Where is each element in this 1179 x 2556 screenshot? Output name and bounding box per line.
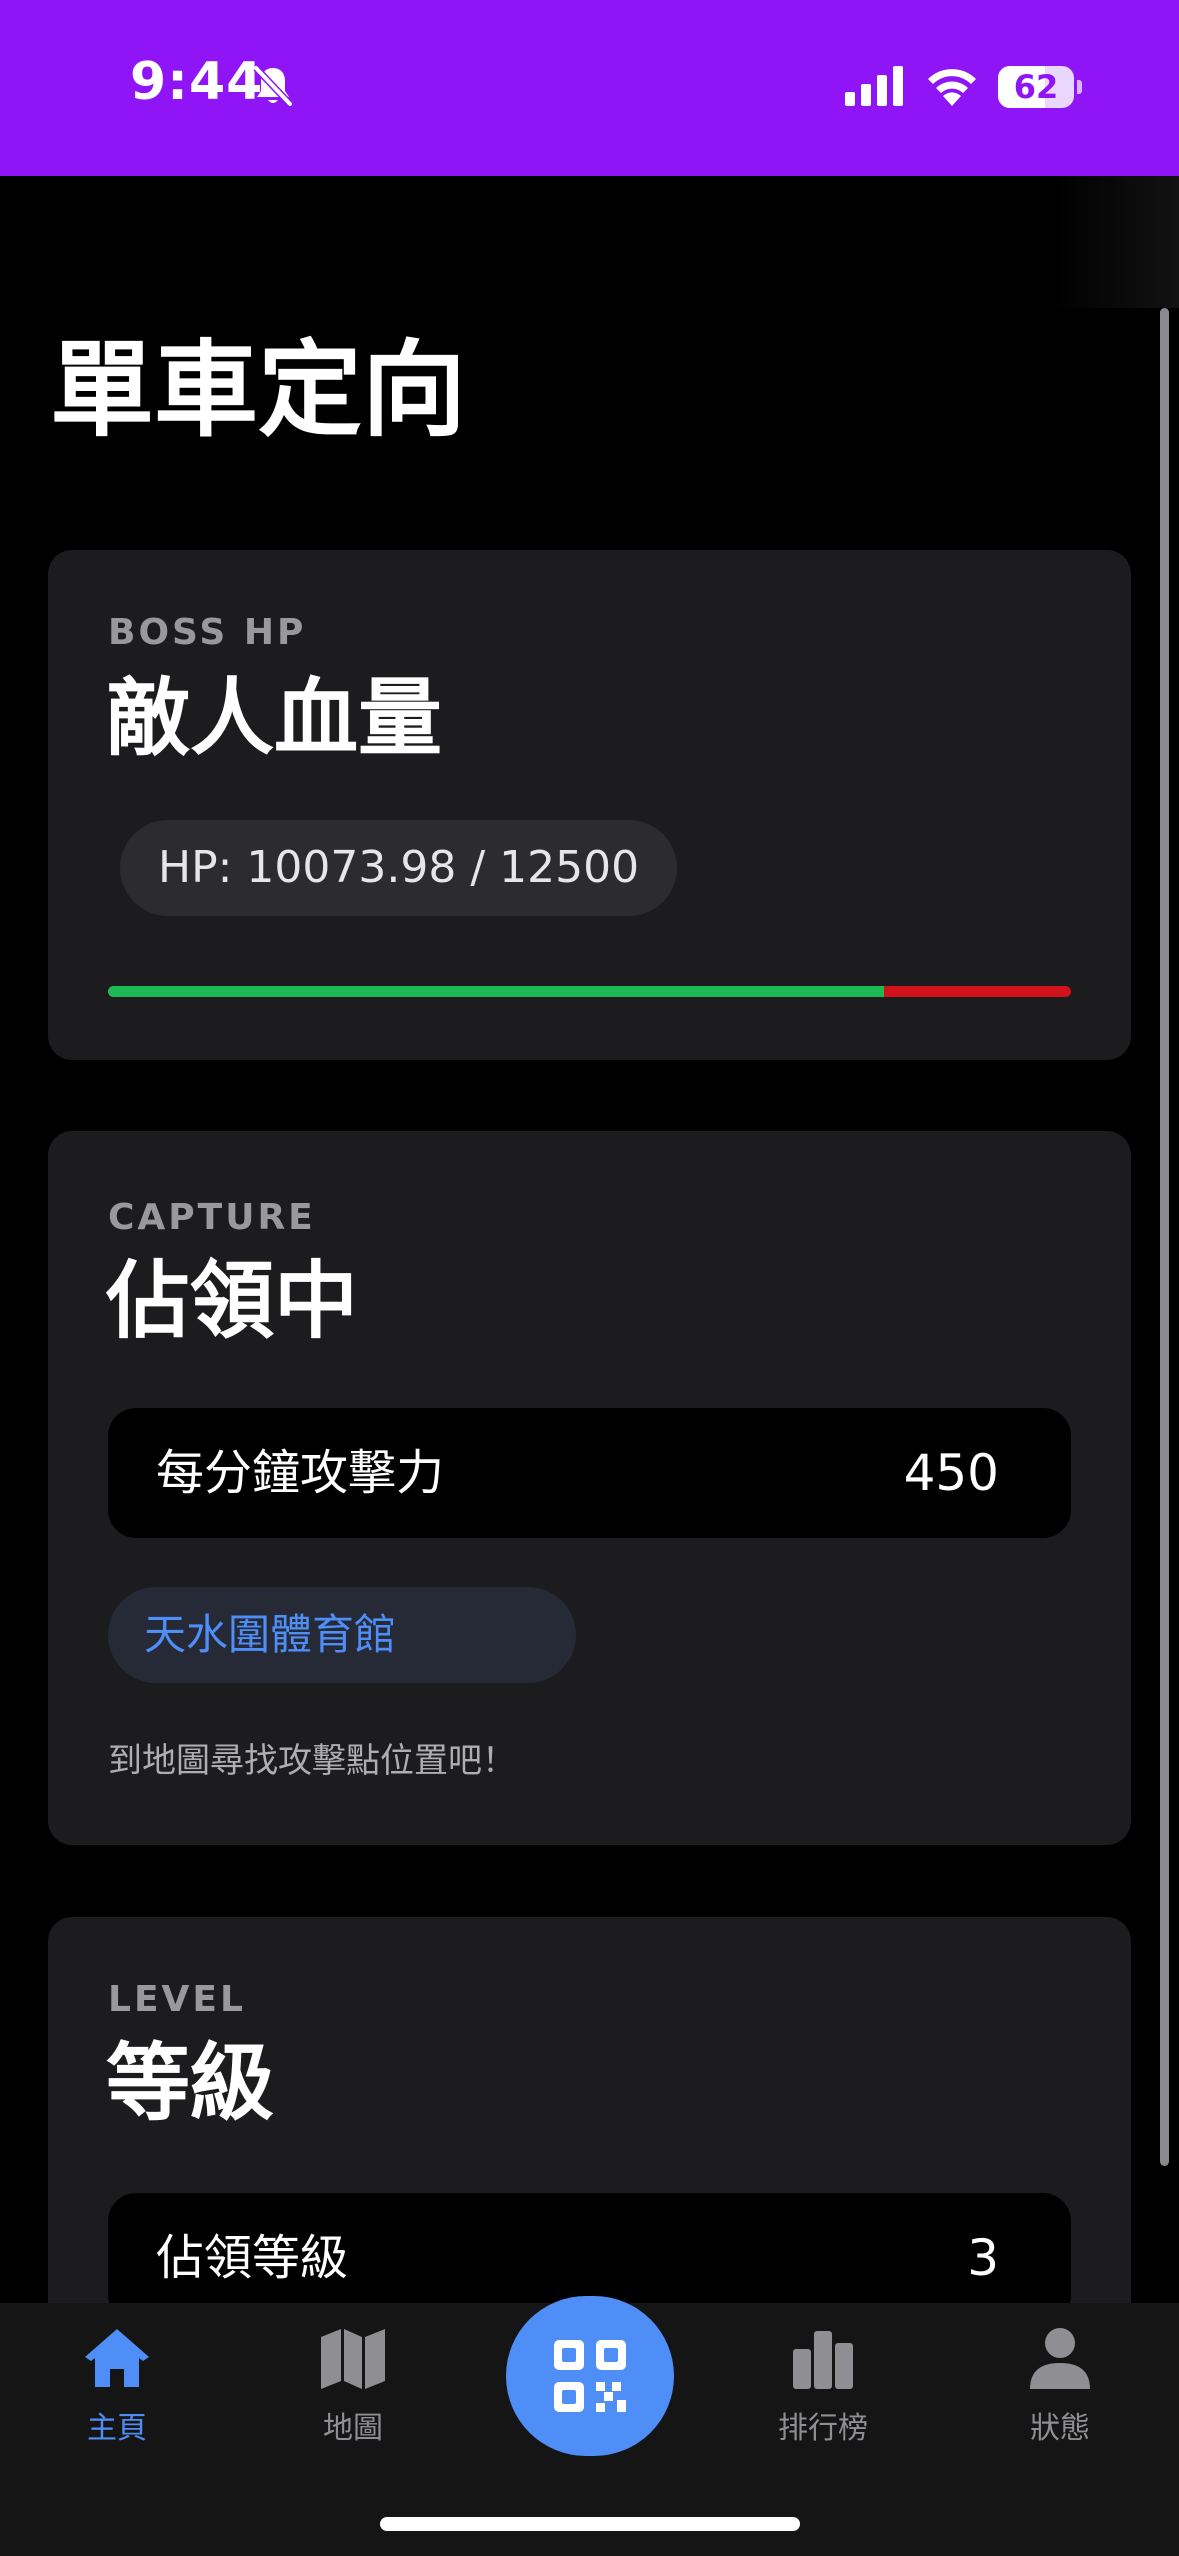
hint-text: 到地圖尋找攻擊點位置吧！ <box>108 1741 516 1781</box>
tab-label: 主頁 <box>87 2411 147 2446</box>
tab-status[interactable]: 狀態 <box>970 2303 1150 2463</box>
cellular-signal-icon <box>845 66 903 106</box>
hp-progress-bar <box>108 986 1071 997</box>
stat-label: 每分鐘攻擊力 <box>156 1445 445 1501</box>
page-title: 單車定向 <box>50 329 467 451</box>
hp-progress-fill <box>108 986 885 997</box>
wifi-icon <box>928 69 976 106</box>
status-bar: 9:44 62 <box>0 0 1179 176</box>
tab-label: 排行榜 <box>778 2411 868 2446</box>
scan-qr-button[interactable] <box>506 2296 674 2456</box>
bar-chart-icon <box>793 2331 853 2389</box>
stat-value: 450 <box>903 1444 999 1502</box>
house-icon <box>85 2329 149 2387</box>
tab-map[interactable]: 地圖 <box>263 2303 443 2463</box>
battery-level: 62 <box>1013 68 1059 106</box>
top-fade <box>1050 176 1179 308</box>
card-eyebrow: BOSS HP <box>108 612 307 653</box>
tab-leaderboard[interactable]: 排行榜 <box>733 2303 913 2463</box>
card-eyebrow: LEVEL <box>108 1979 246 2020</box>
battery-tip <box>1077 80 1082 94</box>
boss-hp-card: BOSS HP 敵人血量 HP: 10073.98 / 12500 <box>48 550 1131 1060</box>
bell-slash-icon <box>253 65 293 107</box>
home-indicator <box>380 2517 800 2531</box>
card-heading: 佔領中 <box>106 1252 359 1350</box>
tab-label: 狀態 <box>1030 2411 1090 2446</box>
battery-icon: 62 <box>998 66 1082 108</box>
map-icon <box>321 2329 385 2389</box>
card-heading: 敵人血量 <box>106 669 443 767</box>
capture-card: CAPTURE 佔領中 每分鐘攻擊力 450 天水圍體育館 到地圖尋找攻擊點位置… <box>48 1131 1131 1845</box>
battery-body: 62 <box>998 66 1074 108</box>
card-eyebrow: CAPTURE <box>108 1197 316 1238</box>
hp-pill: HP: 10073.98 / 12500 <box>120 820 678 916</box>
location-chip[interactable]: 天水圍體育館 <box>108 1587 576 1683</box>
person-icon <box>1030 2328 1090 2389</box>
status-time: 9:44 <box>130 52 264 112</box>
scrollbar[interactable] <box>1160 308 1169 2166</box>
tab-home[interactable]: 主頁 <box>27 2303 207 2463</box>
card-heading: 等級 <box>106 2034 275 2132</box>
qr-code-icon <box>554 2340 626 2412</box>
attack-power-row: 每分鐘攻擊力 450 <box>108 1408 1071 1538</box>
tab-label: 地圖 <box>323 2411 383 2446</box>
